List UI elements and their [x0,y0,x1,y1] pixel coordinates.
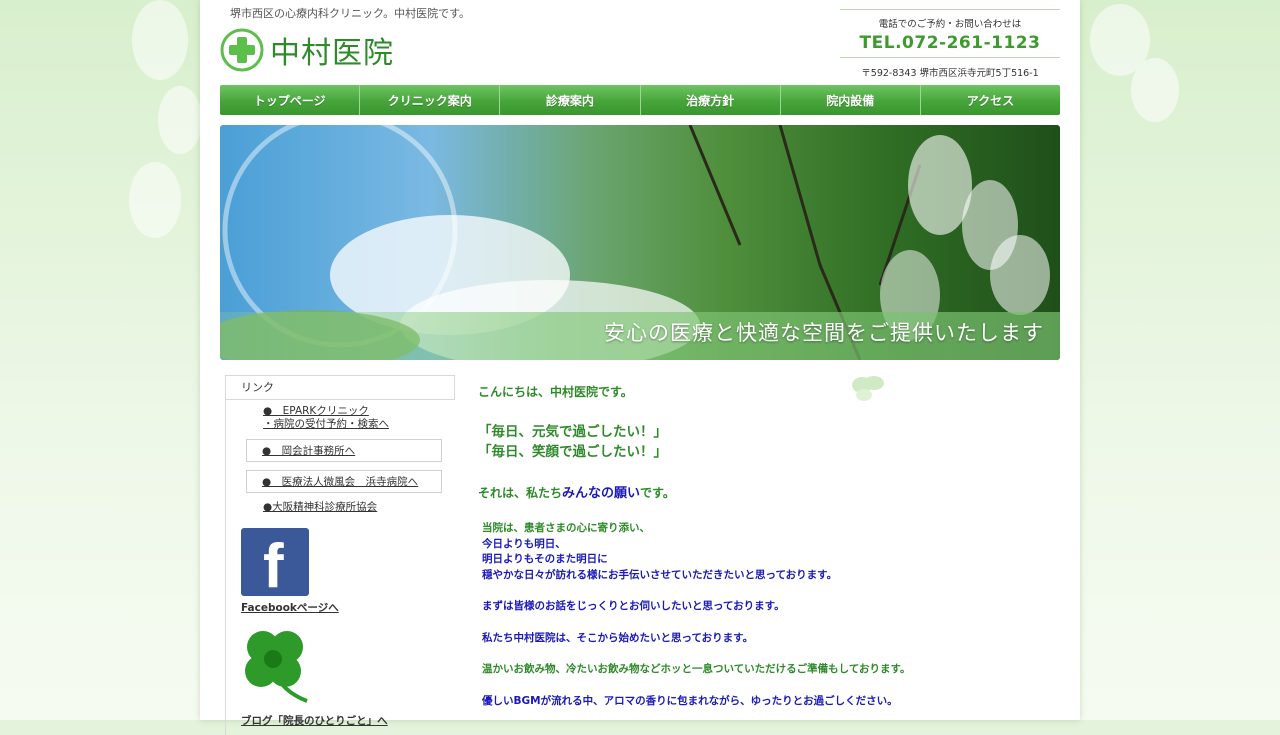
motto-line-1: 「毎日、元気で過ごしたい！」 [478,424,667,440]
address: 〒592-8343 堺市西区浜寺元町5丁516-1 [861,68,1039,79]
background-left [0,0,202,720]
greeting: こんにちは、中村医院です。 [478,385,633,399]
logo-text: 中村医院 [270,36,394,71]
facebook-f-glyph: f [263,532,284,601]
contact-label: 電話でのご予約・お問い合わせは [878,19,1022,30]
link-epark-line1: ● EPARKクリニック [263,405,369,417]
wish-statement: それは、私たちみんなの願いです。 [478,482,1038,501]
intro-line-4: 穏やかな日々が訪れる様にお手伝いさせていただきたいと思っております。 [482,568,838,581]
nav-item-facilities[interactable]: 院内設備 [781,85,921,115]
nav-item-access[interactable]: アクセス [921,85,1060,115]
link-epark[interactable]: ● EPARKクリニック ・病院の受付予約・検索へ [241,405,455,431]
medical-cross-icon [220,28,264,72]
intro-line-1: 当院は、患者さまの心に寄り添い、 [482,522,650,534]
motto-line-2: 「毎日、笑顔で過ごしたい！」 [478,444,667,460]
sidebar: リンク ● EPARKクリニック ・病院の受付予約・検索へ ● 岡会計事務所へ … [225,375,455,735]
site-logo[interactable]: 中村医院 [220,28,394,72]
facebook-link[interactable]: Facebookページへ [241,600,455,615]
nav-item-top[interactable]: トップページ [220,85,361,115]
intro-line-5: まずは皆様のお話をじっくりとお伺いしたいと思っております。 [482,600,785,612]
leaf-decoration-icon [129,0,202,238]
site-tagline: 堺市西区の心療内科クリニック。中村医院です。 [230,7,471,20]
main-content: こんにちは、中村医院です。 「毎日、元気で過ごしたい！」 「毎日、笑顔で過ごした… [478,376,1038,709]
intro-line-6: 私たち中村医院は、そこから始めたいと思っております。 [482,631,754,644]
hero-banner: 安心の医療と快適な空間をご提供いたします [220,125,1060,360]
link-hamadera-hospital[interactable]: ● 医療法人微風会 浜寺病院へ [246,470,442,493]
contact-block: 電話でのご予約・お問い合わせは TEL.072-261-1123 〒592-83… [840,9,1060,79]
nav-item-consultation[interactable]: 診療案内 [500,85,641,115]
link-oka-accounting[interactable]: ● 岡会計事務所へ [246,439,442,462]
intro-line-2: 今日よりも明日、 [482,537,566,550]
divider [840,9,1060,10]
wish-suffix: です。 [640,486,675,500]
sidebar-title: リンク [225,375,455,400]
divider [840,57,1060,58]
butterfly-leaf-icon [852,376,884,401]
background-right [1080,0,1280,720]
intro-line-3: 明日よりもそのまた明日に [482,553,608,565]
intro-line-8: 優しいBGMが流れる中、アロマの香りに包まれながら、ゆったりとお過ごしください。 [482,694,898,707]
wish-prefix: それは、私たち [478,486,563,500]
hero-caption: 安心の医療と快適な空間をご提供いたします [604,321,1044,345]
phone-number[interactable]: TEL.072-261-1123 [840,33,1060,53]
nav-item-clinic[interactable]: クリニック案内 [360,85,501,115]
wish-highlight: みんなの願い [562,486,641,501]
nav-item-policy[interactable]: 治療方針 [641,85,781,115]
blog-link[interactable]: ブログ「院長のひとりごと」へ [241,713,455,728]
motto: 「毎日、元気で過ごしたい！」 「毎日、笑顔で過ごしたい！」 [478,422,1038,462]
facebook-icon[interactable]: f [241,528,309,601]
sidebar-links: ● EPARKクリニック ・病院の受付予約・検索へ ● 岡会計事務所へ ● 医療… [225,400,455,735]
main-nav: トップページ クリニック案内 診療案内 治療方針 院内設備 アクセス [220,85,1060,115]
intro-line-7: 温かいお飲み物、冷たいお飲み物などホッと一息ついていただけるご準備もしております… [482,663,911,675]
clover-icon[interactable] [241,629,311,705]
link-epark-line2: ・病院の受付予約・検索へ [263,418,389,430]
leaf-decoration-icon [1090,4,1179,122]
page-container: 堺市西区の心療内科クリニック。中村医院です。 中村医院 電話でのご予約・お問い合… [200,0,1080,735]
link-osaka-psychiatric[interactable]: ●大阪精神科診療所協会 [241,499,455,514]
